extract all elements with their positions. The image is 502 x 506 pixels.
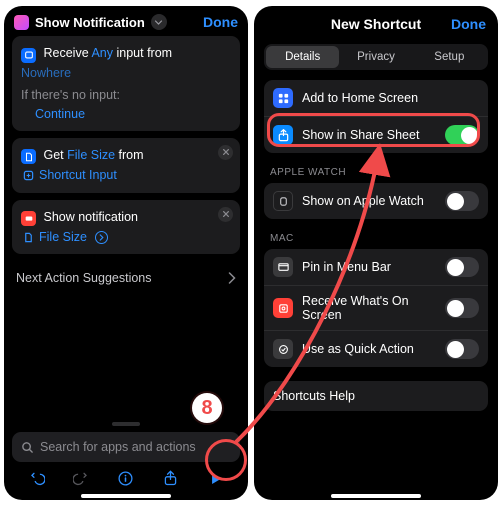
share-sheet-toggle[interactable] [445,125,479,145]
expand-variable-button[interactable] [95,231,108,244]
file-icon [23,232,34,243]
delete-action-button[interactable] [218,207,233,222]
editor-toolbar [4,464,248,492]
close-icon [222,210,230,218]
section-apple-watch: APPLE WATCH [270,167,484,178]
notification-icon [21,211,36,226]
close-icon [222,148,230,156]
add-to-home-screen-cell[interactable]: Add to Home Screen [264,80,488,116]
shortcut-input-token[interactable]: Shortcut Input [21,166,231,184]
search-icon [21,441,34,454]
home-screen-icon [273,88,293,108]
show-in-share-sheet-cell[interactable]: Show in Share Sheet [264,116,488,153]
file-icon [21,149,36,164]
tab-setup[interactable]: Setup [413,46,486,68]
chevron-right-icon [98,234,105,241]
redo-icon [73,470,90,487]
quick-action-toggle[interactable] [445,339,479,359]
shortcut-input-icon [23,170,34,181]
pin-menu-toggle[interactable] [445,257,479,277]
share-icon [162,470,179,487]
home-indicator [331,494,421,498]
shortcut-app-icon [14,15,29,30]
share-button[interactable] [161,468,181,488]
editor-header: Show Notification Done [4,6,248,36]
undo-icon [28,470,45,487]
details-screen: New Shortcut Done Details Privacy Setup … [254,6,498,500]
watch-toggle[interactable] [445,191,479,211]
input-type-token[interactable]: Any [91,46,113,60]
redo-button[interactable] [71,468,91,488]
menu-bar-icon [273,257,293,277]
receive-screen-toggle[interactable] [445,298,479,318]
file-size-variable-token[interactable]: File Size [21,228,231,246]
chevron-down-icon [154,18,163,27]
tab-details[interactable]: Details [266,46,339,68]
share-sheet-icon [273,125,293,145]
run-button[interactable] [206,468,226,488]
quick-action-cell[interactable]: Use as Quick Action [264,330,488,367]
play-icon [207,470,224,487]
receive-screen-cell[interactable]: Receive What's On Screen [264,285,488,330]
details-segmented-control[interactable]: Details Privacy Setup [264,44,488,70]
home-indicator [81,494,171,498]
delete-action-button[interactable] [218,145,233,160]
no-input-action-token[interactable]: Continue [21,105,231,123]
show-on-watch-cell[interactable]: Show on Apple Watch [264,183,488,219]
tab-privacy[interactable]: Privacy [339,46,412,68]
info-icon [117,470,134,487]
done-button[interactable]: Done [451,16,486,32]
details-header: New Shortcut Done [254,6,498,40]
section-mac: MAC [270,233,484,244]
action-search-input[interactable]: Search for apps and actions [12,432,240,462]
next-action-suggestions[interactable]: Next Action Suggestions [12,261,240,295]
info-button[interactable] [116,468,136,488]
editor-screen: Show Notification Done Receive Any input… [4,6,248,500]
done-button[interactable]: Done [203,14,238,30]
watch-icon [273,191,293,211]
input-source-token[interactable]: Nowhere [21,64,231,82]
undo-button[interactable] [26,468,46,488]
get-file-size-action[interactable]: Get File Size from Shortcut Input [12,138,240,193]
quick-action-icon [273,339,293,359]
show-notification-action[interactable]: Show notification File Size [12,200,240,255]
file-size-property-token[interactable]: File Size [67,148,115,162]
input-icon [21,48,36,63]
receive-screen-icon [273,298,293,318]
pin-menu-bar-cell[interactable]: Pin in Menu Bar [264,249,488,285]
title-dropdown[interactable] [151,14,167,30]
shortcuts-help-cell[interactable]: Shortcuts Help [264,381,488,411]
editor-title: Show Notification [35,15,145,30]
details-title: New Shortcut [331,16,421,32]
receive-input-action[interactable]: Receive Any input from Nowhere If there'… [12,36,240,131]
chevron-right-icon [227,272,236,284]
sheet-grab-handle[interactable] [112,422,140,426]
